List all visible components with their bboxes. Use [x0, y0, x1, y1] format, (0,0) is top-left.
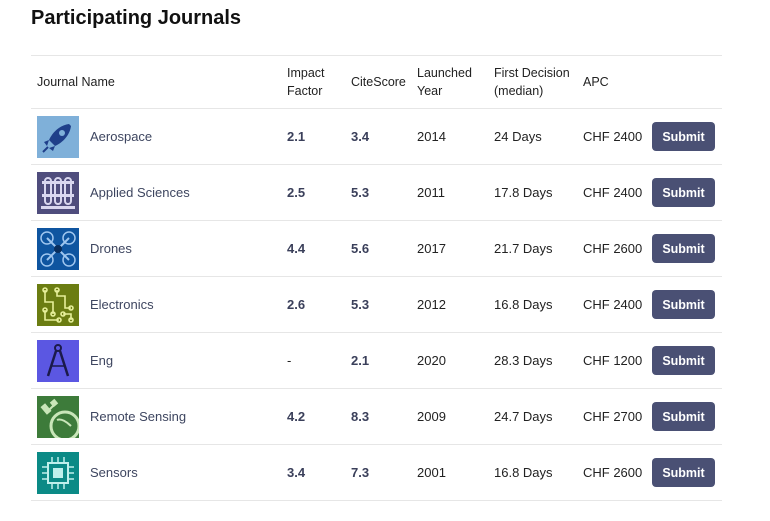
impact-factor: 2.5 — [287, 185, 306, 200]
impact-factor: 4.2 — [287, 409, 306, 424]
journal-cell: Aerospace — [37, 109, 277, 164]
journal-cell: Eng — [37, 333, 277, 388]
launched-year: 2011 — [417, 185, 445, 200]
participating-journals-panel: Participating Journals Journal Name Impa… — [0, 0, 770, 521]
rocket-icon — [37, 115, 79, 158]
table-row: Aerospace 2.1 3.4 2014 24 Days CHF 2400 … — [31, 109, 722, 165]
impact-factor: 4.4 — [287, 241, 306, 256]
citescore: 5.3 — [351, 297, 370, 312]
journal-cell: Electronics — [37, 277, 277, 332]
journal-name[interactable]: Drones — [90, 241, 132, 256]
table-header-row: Journal Name Impact Factor CiteScore Lau… — [31, 56, 722, 109]
apc: CHF 2600 — [583, 465, 643, 480]
first-decision: 24.7 Days — [494, 409, 553, 424]
citescore: 5.6 — [351, 241, 370, 256]
test-tubes-icon — [37, 171, 79, 214]
satellite-icon — [37, 395, 79, 438]
first-decision: 24 Days — [494, 129, 542, 144]
journal-cell: Remote Sensing — [37, 389, 277, 444]
launched-year: 2009 — [417, 409, 446, 424]
impact-factor: 2.1 — [287, 129, 306, 144]
submit-button[interactable]: Submit — [652, 458, 715, 487]
header-apc: APC — [583, 75, 609, 89]
apc: CHF 1200 — [583, 353, 643, 368]
first-decision: 28.3 Days — [494, 353, 553, 368]
header-first-decision: First Decision (median) — [494, 66, 570, 98]
launched-year: 2020 — [417, 353, 446, 368]
journal-cell: Drones — [37, 221, 277, 276]
first-decision: 17.8 Days — [494, 185, 553, 200]
submit-button[interactable]: Submit — [652, 234, 715, 263]
launched-year: 2017 — [417, 241, 446, 256]
submit-button[interactable]: Submit — [652, 402, 715, 431]
journal-name[interactable]: Aerospace — [90, 129, 152, 144]
citescore: 5.3 — [351, 185, 370, 200]
header-launched-year: Launched Year — [417, 66, 472, 98]
table-row: Electronics 2.6 5.3 2012 16.8 Days CHF 2… — [31, 277, 722, 333]
circuit-icon — [37, 283, 79, 326]
first-decision: 21.7 Days — [494, 241, 553, 256]
citescore: 3.4 — [351, 129, 370, 144]
apc: CHF 2600 — [583, 241, 643, 256]
drone-icon — [37, 227, 79, 270]
first-decision: 16.8 Days — [494, 465, 553, 480]
header-impact-factor: Impact Factor — [287, 66, 325, 98]
header-citescore: CiteScore — [351, 75, 406, 89]
impact-factor: 2.6 — [287, 297, 306, 312]
citescore: 8.3 — [351, 409, 370, 424]
table-row: Sensors 3.4 7.3 2001 16.8 Days CHF 2600 … — [31, 445, 722, 501]
apc: CHF 2400 — [583, 185, 643, 200]
apc: CHF 2700 — [583, 409, 643, 424]
submit-button[interactable]: Submit — [652, 122, 715, 151]
impact-factor: 3.4 — [287, 465, 306, 480]
table-row: Applied Sciences 2.5 5.3 2011 17.8 Days … — [31, 165, 722, 221]
submit-button[interactable]: Submit — [652, 346, 715, 375]
table-row: Eng - 2.1 2020 28.3 Days CHF 1200 Submit — [31, 333, 722, 389]
citescore: 2.1 — [351, 353, 370, 368]
journal-name[interactable]: Eng — [90, 353, 113, 368]
journal-cell: Sensors — [37, 445, 277, 500]
journal-name[interactable]: Sensors — [90, 465, 138, 480]
impact-factor: - — [287, 353, 292, 368]
launched-year: 2001 — [417, 465, 446, 480]
journal-name[interactable]: Electronics — [90, 297, 154, 312]
launched-year: 2014 — [417, 129, 446, 144]
journal-name[interactable]: Remote Sensing — [90, 409, 186, 424]
submit-button[interactable]: Submit — [652, 178, 715, 207]
page-title: Participating Journals — [31, 7, 242, 29]
journals-table: Journal Name Impact Factor CiteScore Lau… — [31, 55, 722, 501]
compass-icon — [37, 339, 79, 382]
launched-year: 2012 — [417, 297, 446, 312]
journal-name[interactable]: Applied Sciences — [90, 185, 190, 200]
journal-cell: Applied Sciences — [37, 165, 277, 220]
table-row: Drones 4.4 5.6 2017 21.7 Days CHF 2600 S… — [31, 221, 722, 277]
table-row: Remote Sensing 4.2 8.3 2009 24.7 Days CH… — [31, 389, 722, 445]
first-decision: 16.8 Days — [494, 297, 553, 312]
apc: CHF 2400 — [583, 129, 643, 144]
chip-icon — [37, 451, 79, 494]
header-journal-name: Journal Name — [37, 75, 115, 89]
citescore: 7.3 — [351, 465, 370, 480]
apc: CHF 2400 — [583, 297, 643, 312]
submit-button[interactable]: Submit — [652, 290, 715, 319]
